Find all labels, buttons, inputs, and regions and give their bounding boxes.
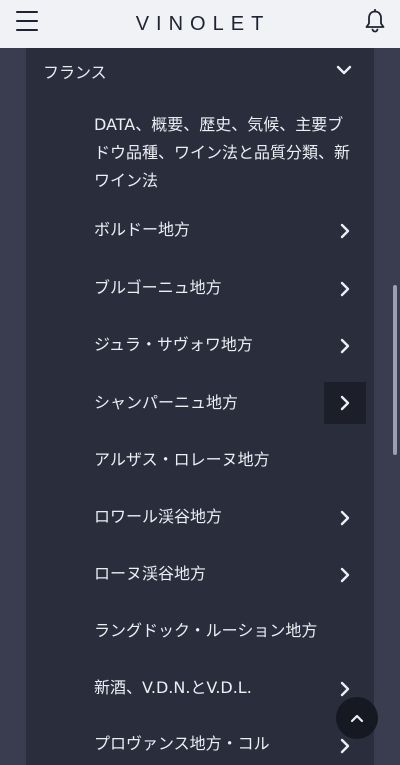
scrollbar[interactable]	[393, 285, 397, 455]
chevron-right-icon	[340, 281, 350, 297]
menu-item-expand-button[interactable]	[324, 210, 366, 252]
chevron-right-icon	[340, 338, 350, 354]
site-logo[interactable]: VINOLET	[130, 13, 271, 36]
menu-item[interactable]: アルザス・ロレーヌ地方	[94, 446, 354, 474]
menu-item[interactable]: ローヌ渓谷地方	[94, 560, 354, 588]
chevron-right-icon	[340, 567, 350, 583]
menu-item-expand-button[interactable]	[324, 382, 366, 424]
menu-item[interactable]: ブルゴーニュ地方	[94, 274, 354, 302]
bell-icon[interactable]	[364, 9, 386, 33]
scroll-to-top-button[interactable]	[336, 697, 378, 739]
hamburger-menu-icon[interactable]	[16, 11, 40, 31]
menu-item-expand-button[interactable]	[324, 497, 366, 539]
menu-panel: フランス DATA、概要、歴史、気候、主要ブドウ品種、ワイン法と品質分類、新ワイ…	[26, 48, 374, 765]
chevron-right-icon	[340, 738, 350, 754]
chevron-up-icon	[350, 714, 364, 723]
menu-item[interactable]: ジュラ・サヴォワ地方	[94, 331, 354, 359]
menu-item[interactable]: プロヴァンス地方・コル	[94, 730, 354, 758]
menu-item[interactable]: ロワール渓谷地方	[94, 503, 354, 531]
chevron-down-icon[interactable]	[336, 64, 352, 76]
menu-item[interactable]: ラングドック・ルーション地方	[94, 617, 354, 645]
menu-item-expand-button[interactable]	[324, 268, 366, 310]
app-header: VINOLET	[0, 0, 400, 48]
menu-item-expand-button[interactable]	[324, 554, 366, 596]
menu-item[interactable]: DATA、概要、歴史、気候、主要ブドウ品種、ワイン法と品質分類、新ワイン法	[94, 111, 354, 195]
menu-item[interactable]: 新酒、V.D.N.とV.D.L.	[94, 674, 354, 702]
section-header-france[interactable]: フランス	[26, 48, 374, 94]
chevron-right-icon	[340, 510, 350, 526]
menu-item-expand-button[interactable]	[324, 325, 366, 367]
chevron-right-icon	[340, 681, 350, 697]
menu-item[interactable]: ボルドー地方	[94, 216, 354, 244]
menu-item[interactable]: シャンパーニュ地方	[94, 389, 354, 417]
section-title: フランス	[43, 63, 107, 82]
chevron-right-icon	[340, 223, 350, 239]
chevron-right-icon	[340, 395, 350, 411]
